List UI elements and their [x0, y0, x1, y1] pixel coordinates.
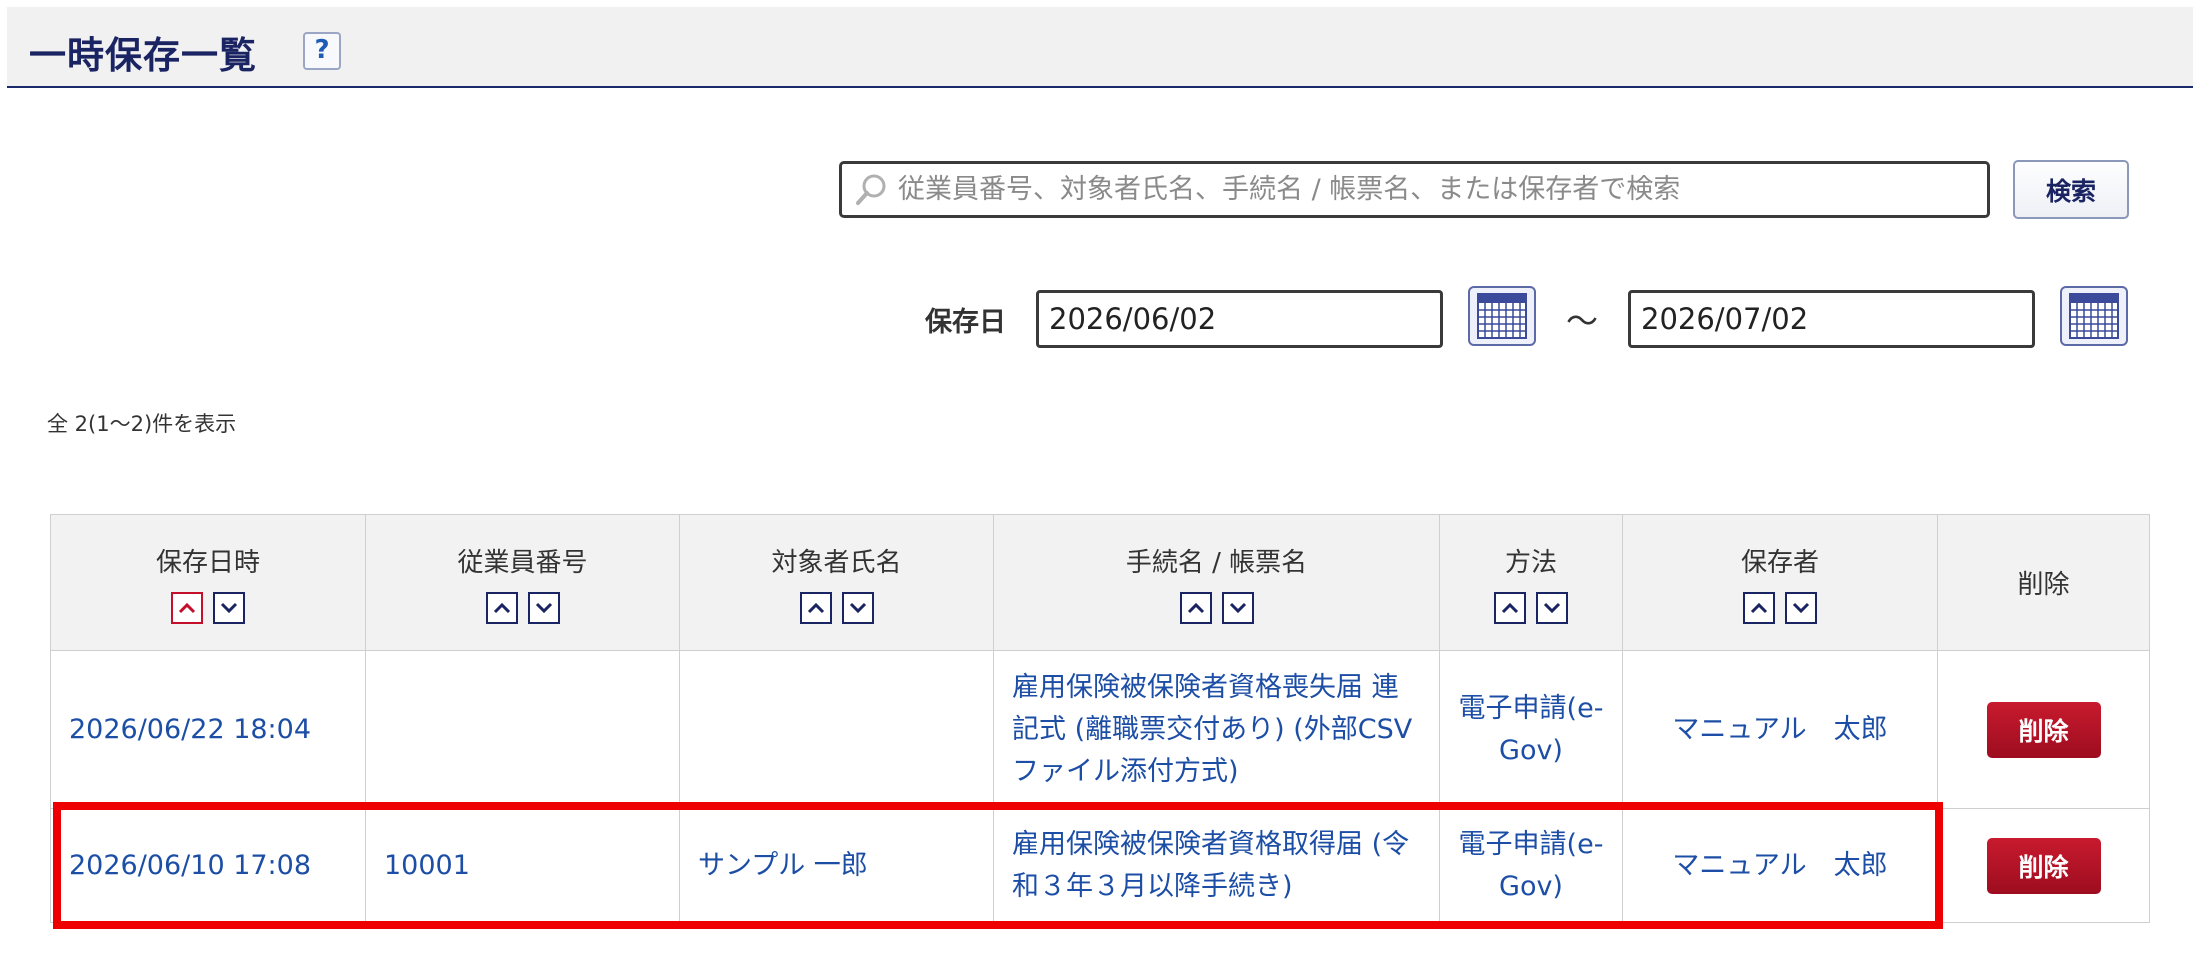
calendar-icon — [1477, 293, 1527, 339]
saved-at-cell[interactable]: 2026/06/10 17:08 — [50, 808, 366, 923]
chevron-down-icon — [849, 602, 866, 613]
target-name-cell[interactable]: サンプル 一郎 — [679, 808, 994, 923]
chevron-down-icon — [1792, 602, 1810, 613]
chevron-up-icon — [178, 602, 196, 613]
date-from-calendar-button[interactable] — [1468, 286, 1536, 346]
saved-by-cell[interactable]: マニュアル 太郎 — [1622, 650, 1938, 809]
column-header-label: 保存者 — [1740, 547, 1819, 578]
delete-button[interactable]: 削除 — [1986, 837, 2101, 894]
chevron-up-icon — [1187, 602, 1204, 613]
column-header-label: 方法 — [1504, 547, 1557, 578]
saved-at-cell[interactable]: 2026/06/22 18:04 — [50, 650, 366, 809]
chevron-down-icon — [535, 602, 552, 613]
column-header-label: 手続名 / 帳票名 — [1125, 547, 1308, 578]
page-header: 一時保存一覧 ? — [7, 7, 2193, 88]
sort-asc-button[interactable] — [171, 591, 203, 624]
column-header-label: 削除 — [2017, 570, 2070, 600]
column-header-saved-by: 保存者 — [1622, 514, 1938, 651]
search-input[interactable] — [890, 174, 1987, 205]
table-header-row: 保存日時 従業員番号 対象者氏名 手続名 / 帳票名 方法 保存者 削除 — [50, 514, 2150, 651]
sort-desc-button[interactable] — [1536, 591, 1568, 624]
sort-asc-button[interactable] — [799, 591, 832, 624]
chevron-down-icon — [1229, 602, 1246, 613]
calendar-icon — [2069, 293, 2119, 339]
date-from-input[interactable] — [1036, 290, 1443, 348]
search-box — [839, 161, 1990, 218]
method-cell[interactable]: 電子申請(e-Gov) — [1439, 650, 1623, 809]
column-header-procedure: 手続名 / 帳票名 — [993, 514, 1440, 651]
date-range-separator: ～ — [1566, 302, 1599, 340]
result-count: 全 2(1～2)件を表示 — [47, 412, 237, 436]
sort-asc-button[interactable] — [1179, 591, 1212, 624]
target-name-cell[interactable] — [679, 650, 994, 809]
employee-no-cell[interactable] — [365, 650, 680, 809]
chevron-up-icon — [807, 602, 824, 613]
chevron-up-icon — [1501, 602, 1519, 613]
sort-desc-button[interactable] — [213, 591, 245, 624]
column-header-label: 保存日時 — [155, 547, 260, 578]
search-button[interactable]: 検索 — [2013, 160, 2129, 219]
search-icon — [856, 174, 886, 205]
sort-desc-button[interactable] — [1221, 591, 1254, 624]
chevron-down-icon — [220, 602, 238, 613]
help-button[interactable]: ? — [303, 32, 341, 70]
delete-cell: 削除 — [1937, 808, 2150, 923]
column-header-delete: 削除 — [1937, 514, 2150, 651]
column-header-method: 方法 — [1439, 514, 1623, 651]
saved-by-cell[interactable]: マニュアル 太郎 — [1622, 808, 1938, 923]
column-header-label: 対象者氏名 — [771, 547, 902, 578]
column-header-label: 従業員番号 — [457, 547, 588, 578]
column-header-employee-no: 従業員番号 — [365, 514, 680, 651]
delete-button[interactable]: 削除 — [1986, 701, 2101, 758]
temporary-save-table: 保存日時 従業員番号 対象者氏名 手続名 / 帳票名 方法 保存者 削除 202… — [50, 514, 2150, 923]
column-header-target-name: 対象者氏名 — [679, 514, 994, 651]
page-title: 一時保存一覧 — [29, 34, 257, 77]
column-header-saved-at: 保存日時 — [50, 514, 366, 651]
delete-cell: 削除 — [1937, 650, 2150, 809]
date-to-input[interactable] — [1628, 290, 2035, 348]
sort-asc-button[interactable] — [1743, 591, 1775, 624]
table-row: 2026/06/22 18:04 雇用保険被保険者資格喪失届 連記式 (離職票交… — [50, 650, 2150, 809]
chevron-down-icon — [1543, 602, 1561, 613]
chevron-up-icon — [1750, 602, 1768, 613]
table-row: 2026/06/10 17:08 10001 サンプル 一郎 雇用保険被保険者資… — [50, 808, 2150, 923]
chevron-up-icon — [493, 602, 510, 613]
procedure-cell[interactable]: 雇用保険被保険者資格取得届 (令和３年３月以降手続き) — [993, 808, 1440, 923]
save-date-label: 保存日 — [925, 307, 1006, 338]
sort-asc-button[interactable] — [1494, 591, 1526, 624]
employee-no-cell[interactable]: 10001 — [365, 808, 680, 923]
sort-asc-button[interactable] — [485, 591, 518, 624]
date-to-calendar-button[interactable] — [2060, 286, 2128, 346]
sort-desc-button[interactable] — [1785, 591, 1817, 624]
sort-desc-button[interactable] — [841, 591, 874, 624]
procedure-cell[interactable]: 雇用保険被保険者資格喪失届 連記式 (離職票交付あり) (外部CSVファイル添付… — [993, 650, 1440, 809]
sort-desc-button[interactable] — [527, 591, 560, 624]
method-cell[interactable]: 電子申請(e-Gov) — [1439, 808, 1623, 923]
